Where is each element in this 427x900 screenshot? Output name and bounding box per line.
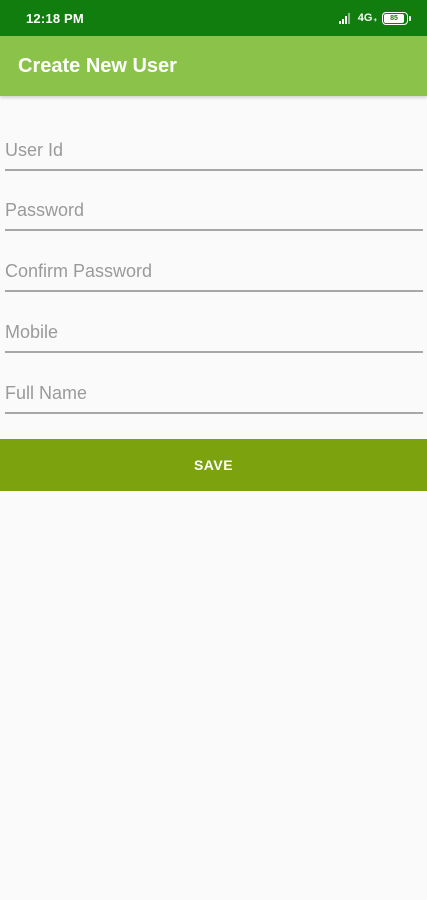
confirm-password-field bbox=[5, 252, 423, 292]
save-button[interactable]: SAVE bbox=[0, 439, 427, 491]
status-icons: 4G + 85 bbox=[338, 10, 411, 26]
field-underline bbox=[5, 229, 423, 231]
mobile-input[interactable] bbox=[5, 313, 423, 351]
confirm-password-input[interactable] bbox=[5, 252, 423, 290]
field-underline bbox=[5, 351, 423, 353]
status-time: 12:18 PM bbox=[26, 11, 84, 26]
battery-icon: 85 bbox=[382, 11, 411, 25]
app-bar: Create New User bbox=[0, 36, 427, 96]
user-id-input[interactable] bbox=[5, 131, 423, 169]
full-name-field bbox=[5, 374, 423, 414]
password-input[interactable] bbox=[5, 191, 423, 229]
mobile-field bbox=[5, 313, 423, 353]
field-underline bbox=[5, 290, 423, 292]
field-underline bbox=[5, 412, 423, 414]
full-name-input[interactable] bbox=[5, 374, 423, 412]
field-underline bbox=[5, 169, 423, 171]
network-type: 4G bbox=[357, 12, 373, 24]
password-field bbox=[5, 191, 423, 231]
battery-level: 85 bbox=[390, 14, 398, 22]
user-id-field bbox=[5, 131, 423, 171]
network-activity-icon: + bbox=[373, 18, 377, 24]
status-bar: 12:18 PM 4G + 85 bbox=[0, 0, 427, 36]
signal-icon bbox=[338, 12, 353, 24]
page-title: Create New User bbox=[18, 55, 177, 77]
